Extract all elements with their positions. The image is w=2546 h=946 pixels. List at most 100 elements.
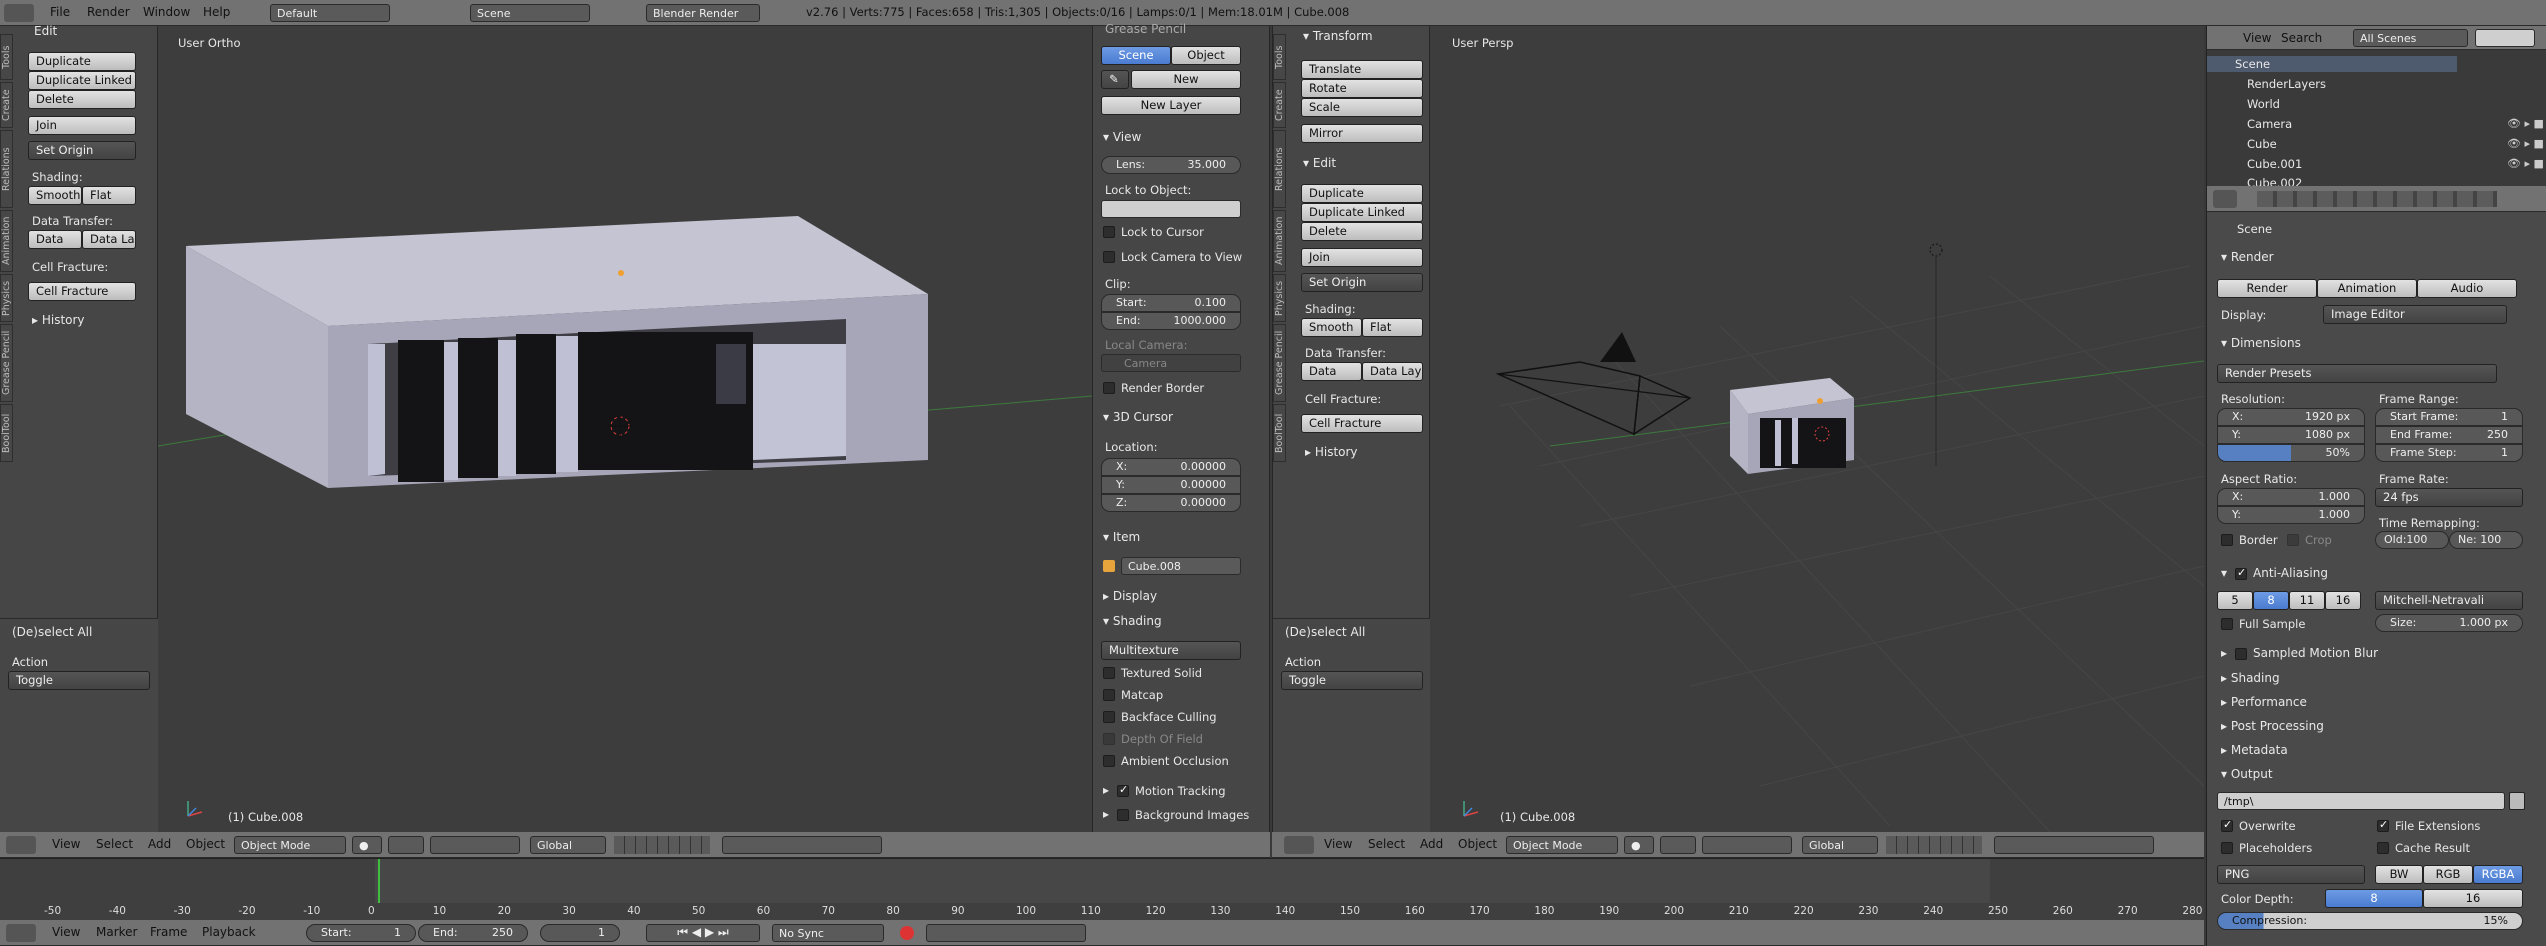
viewport-left[interactable]: User Ortho (1) Cube.008 xyxy=(158,26,1092,832)
menu-window[interactable]: Window xyxy=(143,5,190,19)
aspect-y-field[interactable]: Y: 1.000 xyxy=(2217,506,2365,524)
action-select-2[interactable]: Toggle xyxy=(1281,671,1423,690)
translate-button[interactable]: Translate xyxy=(1301,60,1423,79)
shading-mode-select[interactable]: Multitexture xyxy=(1101,641,1241,660)
menu-file[interactable]: File xyxy=(50,5,70,19)
duplicate-linked-button-2[interactable]: Duplicate Linked xyxy=(1301,203,1423,222)
item-name-field[interactable]: Cube.008 xyxy=(1121,557,1241,575)
time-new-field[interactable]: Ne: 100 xyxy=(2449,531,2523,549)
view-panel-header[interactable]: ▾ View xyxy=(1103,130,1141,144)
outliner-camera[interactable]: Camera xyxy=(2247,117,2292,131)
edit-header[interactable]: Edit xyxy=(34,24,57,38)
tab-physics-2[interactable]: Physics xyxy=(1273,274,1286,322)
aspect-x-field[interactable]: X: 1.000 xyxy=(2217,488,2365,506)
outliner-scene[interactable]: Scene xyxy=(2235,57,2270,71)
render-presets-select[interactable]: Render Presets xyxy=(2217,364,2497,383)
sampled-motion-blur-panel[interactable]: ▸ xyxy=(2221,646,2227,660)
orientation-select-2[interactable]: Global xyxy=(1802,836,1878,854)
rotate-button[interactable]: Rotate xyxy=(1301,79,1423,98)
clip-start-field[interactable]: Start: 0.100 xyxy=(1101,294,1241,312)
pivot-select-2[interactable] xyxy=(1660,836,1696,854)
layout-field[interactable]: Default xyxy=(270,4,390,22)
join-button[interactable]: Join xyxy=(28,116,136,135)
orientation-select[interactable]: Global xyxy=(530,836,606,854)
duplicate-button[interactable]: Duplicate xyxy=(28,52,136,71)
animation-button[interactable]: Animation xyxy=(2317,279,2417,298)
render-engine-select[interactable]: Blender Render xyxy=(646,4,760,22)
mode-select[interactable]: Object Mode xyxy=(234,836,346,854)
tab-animation-2[interactable]: Animation xyxy=(1273,210,1286,272)
history-panel-2[interactable]: ▸ History xyxy=(1305,445,1358,459)
cursor-z-field[interactable]: Z: 0.00000 xyxy=(1101,494,1241,512)
tab-create[interactable]: Create xyxy=(0,82,13,128)
grease-pencil-header[interactable]: Grease Pencil xyxy=(1105,22,1186,36)
data-layout-button-2[interactable]: Data Layo xyxy=(1362,362,1423,381)
layer-buttons-2[interactable] xyxy=(1886,836,1982,854)
lens-field[interactable]: Lens: 35.000 xyxy=(1101,156,1241,174)
tab-tools[interactable]: Tools xyxy=(0,34,13,80)
delete-button-2[interactable]: Delete xyxy=(1301,222,1423,241)
lock-camera-checkbox[interactable] xyxy=(1103,251,1115,263)
mirror-button[interactable]: Mirror xyxy=(1301,124,1423,143)
outliner-world[interactable]: World xyxy=(2247,97,2280,111)
clip-end-field[interactable]: End: 1000.000 xyxy=(1101,312,1241,330)
file-extensions-checkbox[interactable] xyxy=(2377,818,2389,832)
outliner-cube[interactable]: Cube xyxy=(2247,137,2277,151)
timeline-marker-menu[interactable]: Marker xyxy=(96,925,137,939)
audio-button[interactable]: Audio xyxy=(2417,279,2517,298)
tab-relations[interactable]: Relations xyxy=(0,130,13,208)
editor-type-props-icon[interactable] xyxy=(2213,190,2237,208)
add-menu[interactable]: Add xyxy=(148,837,171,851)
context-tabs[interactable] xyxy=(2257,191,2497,207)
timeline-playback-menu[interactable]: Playback xyxy=(202,925,256,939)
motion-tracking-checkbox[interactable] xyxy=(1117,783,1129,797)
aa-8-button[interactable]: 8 xyxy=(2253,591,2289,610)
anti-aliasing-panel[interactable]: ▾ xyxy=(2221,566,2227,580)
sampled-motion-blur-checkbox[interactable] xyxy=(2235,648,2247,660)
start-frame-field[interactable]: Start Frame: 1 xyxy=(2375,408,2523,426)
display-mode-select[interactable]: All Scenes xyxy=(2353,29,2468,47)
shading-panel-header[interactable]: ▾ Shading xyxy=(1103,614,1162,628)
anti-aliasing-checkbox[interactable] xyxy=(2235,566,2247,580)
aa-size-field[interactable]: Size: 1.000 px xyxy=(2375,614,2523,632)
motion-tracking-panel[interactable]: ▸ xyxy=(1103,783,1109,797)
outliner-renderlayers[interactable]: RenderLayers xyxy=(2247,77,2326,91)
keying-set-field[interactable] xyxy=(926,924,1086,942)
cursor-panel-header[interactable]: ▾ 3D Cursor xyxy=(1103,410,1173,424)
data-layout-button[interactable]: Data La xyxy=(82,230,136,249)
output-path-field[interactable]: /tmp\ xyxy=(2217,792,2505,810)
current-frame-field[interactable]: 1 xyxy=(540,924,620,942)
aa-11-button[interactable]: 11 xyxy=(2289,591,2325,610)
render-panel-header[interactable]: ▾ Render xyxy=(2221,250,2274,264)
cell-fracture-button[interactable]: Cell Fracture xyxy=(28,282,136,301)
layer-buttons[interactable] xyxy=(614,836,710,854)
performance-panel[interactable]: ▸ Performance xyxy=(2221,695,2307,709)
history-panel[interactable]: ▸ History xyxy=(32,313,85,327)
view-menu-2[interactable]: View xyxy=(1324,837,1352,851)
matcap-checkbox[interactable] xyxy=(1103,689,1115,701)
full-sample-checkbox[interactable] xyxy=(2221,618,2233,630)
tab-grease-pencil[interactable]: Grease Pencil xyxy=(0,324,13,402)
manipulator-buttons-2[interactable] xyxy=(1702,836,1792,854)
frame-rate-select[interactable]: 24 fps xyxy=(2375,488,2523,507)
outliner-cube-002[interactable]: Cube.002 xyxy=(2247,176,2302,186)
viewport-right[interactable]: User Persp (1) Cube.008 xyxy=(1430,26,2204,832)
outliner-search-menu[interactable]: Search xyxy=(2281,31,2322,45)
tab-tools-2[interactable]: Tools xyxy=(1273,34,1286,80)
editor-type-timeline-icon[interactable] xyxy=(6,924,36,942)
tab-relations-2[interactable]: Relations xyxy=(1273,130,1286,208)
tab-booltool[interactable]: BoolTool xyxy=(0,404,13,462)
aa-5-button[interactable]: 5 xyxy=(2217,591,2253,610)
editor-type-icon[interactable] xyxy=(4,4,34,22)
outliner-cube-001[interactable]: Cube.001 xyxy=(2247,157,2302,171)
new-layer-button[interactable]: New Layer xyxy=(1101,96,1241,115)
view-menu[interactable]: View xyxy=(52,837,80,851)
duplicate-linked-button[interactable]: Duplicate Linked xyxy=(28,71,136,90)
cache-result-checkbox[interactable] xyxy=(2377,842,2389,854)
file-format-select[interactable]: PNG xyxy=(2217,865,2365,884)
smooth-button[interactable]: Smooth xyxy=(28,186,82,205)
compression-slider[interactable]: Compression: 15% xyxy=(2217,912,2523,930)
end-frame-field[interactable]: End Frame: 250 xyxy=(2375,426,2523,444)
mode-select-2[interactable]: Object Mode xyxy=(1506,836,1618,854)
menu-help[interactable]: Help xyxy=(203,5,230,19)
